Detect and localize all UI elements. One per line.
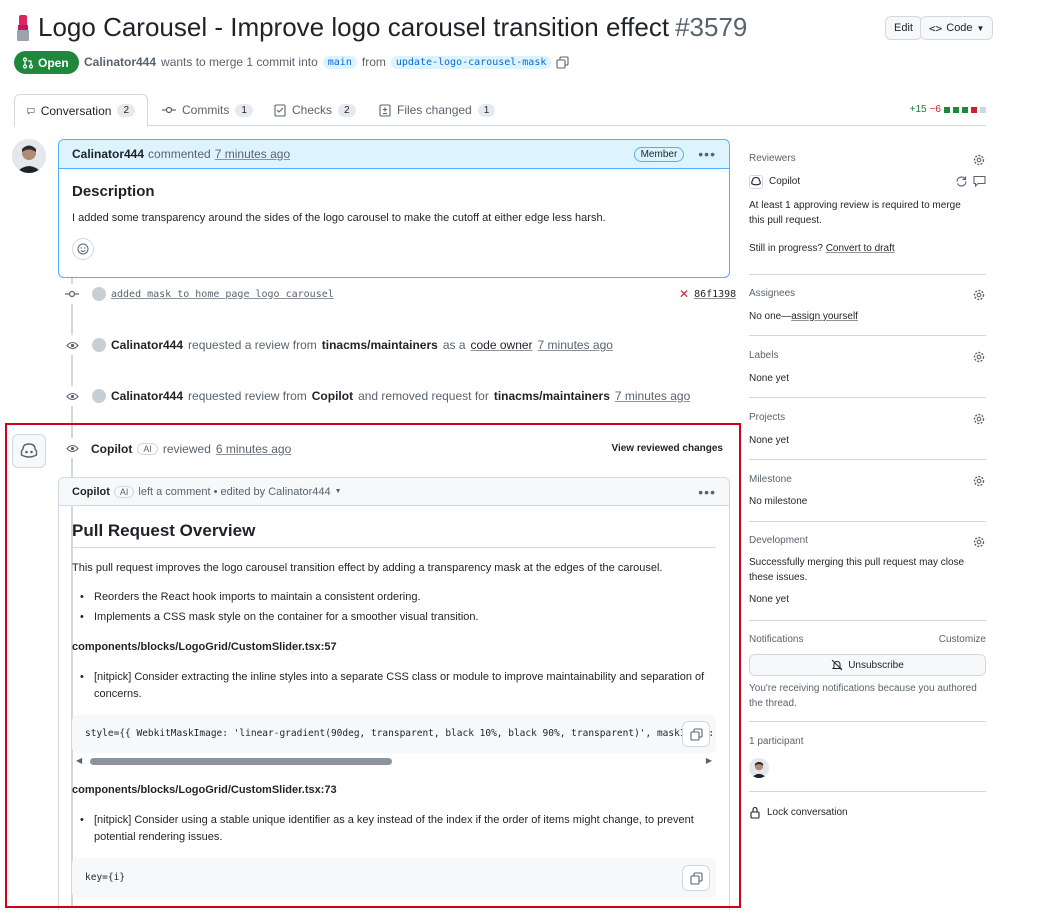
commit-status: ✕ 86f1398: [679, 287, 736, 301]
reviewer-row: Copilot: [749, 174, 800, 189]
commit-icon: [162, 106, 176, 114]
tab-conversation[interactable]: Conversation 2: [14, 94, 148, 127]
lock-conversation-button[interactable]: Lock conversation: [749, 806, 848, 819]
lipstick-icon: [14, 13, 32, 43]
checklist-icon: [274, 103, 286, 117]
assign-yourself-link[interactable]: assign yourself: [791, 311, 858, 322]
comment-time[interactable]: 7 minutes ago: [215, 147, 290, 161]
actor-link[interactable]: Calinator444: [111, 338, 183, 352]
sidebar-participants: 1 participant: [749, 736, 986, 792]
pr-tabs: Conversation 2 Commits 1 Checks 2 Files …: [14, 94, 986, 127]
head-branch[interactable]: update-logo-carousel-mask: [390, 55, 552, 69]
sidebar-assignees: Assignees No one—assign yourself: [749, 288, 986, 336]
copy-icon[interactable]: [556, 55, 569, 69]
comment-header: Calinator444 commented 7 minutes ago Mem…: [59, 140, 729, 169]
avatar[interactable]: [749, 758, 769, 778]
reviewer-name[interactable]: Copilot: [769, 174, 800, 189]
edit-button[interactable]: Edit: [885, 16, 922, 40]
comment-icon: [27, 107, 35, 115]
gear-icon[interactable]: [972, 474, 986, 488]
team-link[interactable]: tinacms/maintainers: [494, 389, 610, 403]
convert-to-draft-link[interactable]: Convert to draft: [826, 243, 895, 254]
code-button[interactable]: <> Code ▼: [920, 16, 994, 40]
team-link[interactable]: tinacms/maintainers: [322, 338, 438, 352]
avatar[interactable]: [92, 338, 106, 352]
tab-checks[interactable]: Checks 2: [262, 94, 368, 126]
avatar[interactable]: [92, 287, 106, 301]
avatar[interactable]: [12, 139, 46, 173]
gear-icon[interactable]: [972, 153, 986, 167]
review-request-event: Calinator444 requested review from Copil…: [92, 389, 690, 403]
diff-square: [944, 106, 950, 113]
member-badge: Member: [633, 146, 685, 162]
code-owner-link[interactable]: code owner: [471, 338, 533, 352]
sidebar-reviewers: Reviewers Copilot At least 1 approving r…: [749, 153, 986, 275]
tab-files-changed[interactable]: Files changed 1: [367, 94, 507, 126]
comment-icon[interactable]: [973, 175, 986, 187]
kebab-icon[interactable]: •••: [698, 146, 716, 162]
sidebar-notifications: Notifications Customize Unsubscribe You'…: [749, 634, 986, 722]
x-icon[interactable]: ✕: [679, 287, 689, 301]
gear-icon[interactable]: [972, 412, 986, 426]
gear-icon[interactable]: [972, 288, 986, 302]
diff-square: [971, 106, 977, 113]
tab-commits[interactable]: Commits 1: [150, 94, 265, 126]
commit-message[interactable]: added mask to home page logo carousel: [111, 289, 334, 300]
comment-author[interactable]: Calinator444: [72, 147, 144, 161]
actor-link[interactable]: Calinator444: [111, 389, 183, 403]
status-badge: Open: [14, 51, 79, 74]
diff-square: [980, 106, 986, 113]
event-time[interactable]: 7 minutes ago: [615, 389, 690, 403]
diffstat: +15 −6: [910, 104, 986, 115]
file-diff-icon: [379, 103, 391, 117]
avatar[interactable]: [92, 389, 106, 403]
sidebar-projects: Projects None yet: [749, 412, 986, 460]
lock-icon: [750, 806, 760, 819]
reviewer-link[interactable]: Copilot: [312, 389, 353, 403]
bell-slash-icon: [831, 659, 843, 671]
smiley-icon: [77, 243, 89, 255]
commit-icon: [62, 284, 82, 304]
sidebar-development: Development Successfully merging this pu…: [749, 535, 986, 621]
comment-body: I added some transparency around the sid…: [72, 212, 606, 224]
gear-icon[interactable]: [972, 350, 986, 364]
sync-icon[interactable]: [955, 175, 968, 188]
sidebar-milestone: Milestone No milestone: [749, 474, 986, 522]
gear-icon[interactable]: [972, 535, 986, 549]
pr-title: Logo Carousel - Improve logo carousel tr…: [14, 12, 747, 43]
sidebar-labels: Labels None yet: [749, 350, 986, 398]
chevron-down-icon: ▼: [976, 23, 985, 33]
review-request-event: Calinator444 requested a review from tin…: [92, 338, 613, 352]
commit-sha[interactable]: 86f1398: [694, 289, 736, 300]
code-icon: <>: [929, 21, 943, 35]
merge-info: Calinator444 wants to merge 1 commit int…: [84, 55, 569, 69]
commit-row: added mask to home page logo carousel: [92, 287, 334, 301]
reaction-button[interactable]: [72, 238, 94, 260]
eye-icon: [62, 386, 82, 406]
diff-square: [953, 106, 959, 113]
highlight-box: [5, 423, 741, 908]
pull-request-icon: [22, 56, 34, 69]
customize-link[interactable]: Customize: [939, 634, 986, 645]
copilot-icon: [749, 174, 763, 189]
base-branch[interactable]: main: [322, 55, 357, 69]
pr-number: #3579: [675, 12, 748, 42]
comment-box: Calinator444 commented 7 minutes ago Mem…: [58, 139, 730, 278]
eye-icon: [62, 335, 82, 355]
author-link[interactable]: Calinator444: [84, 55, 156, 69]
diff-square: [962, 106, 968, 113]
unsubscribe-button[interactable]: Unsubscribe: [749, 654, 986, 676]
comment-heading: Description: [72, 183, 155, 200]
event-time[interactable]: 7 minutes ago: [538, 338, 613, 352]
